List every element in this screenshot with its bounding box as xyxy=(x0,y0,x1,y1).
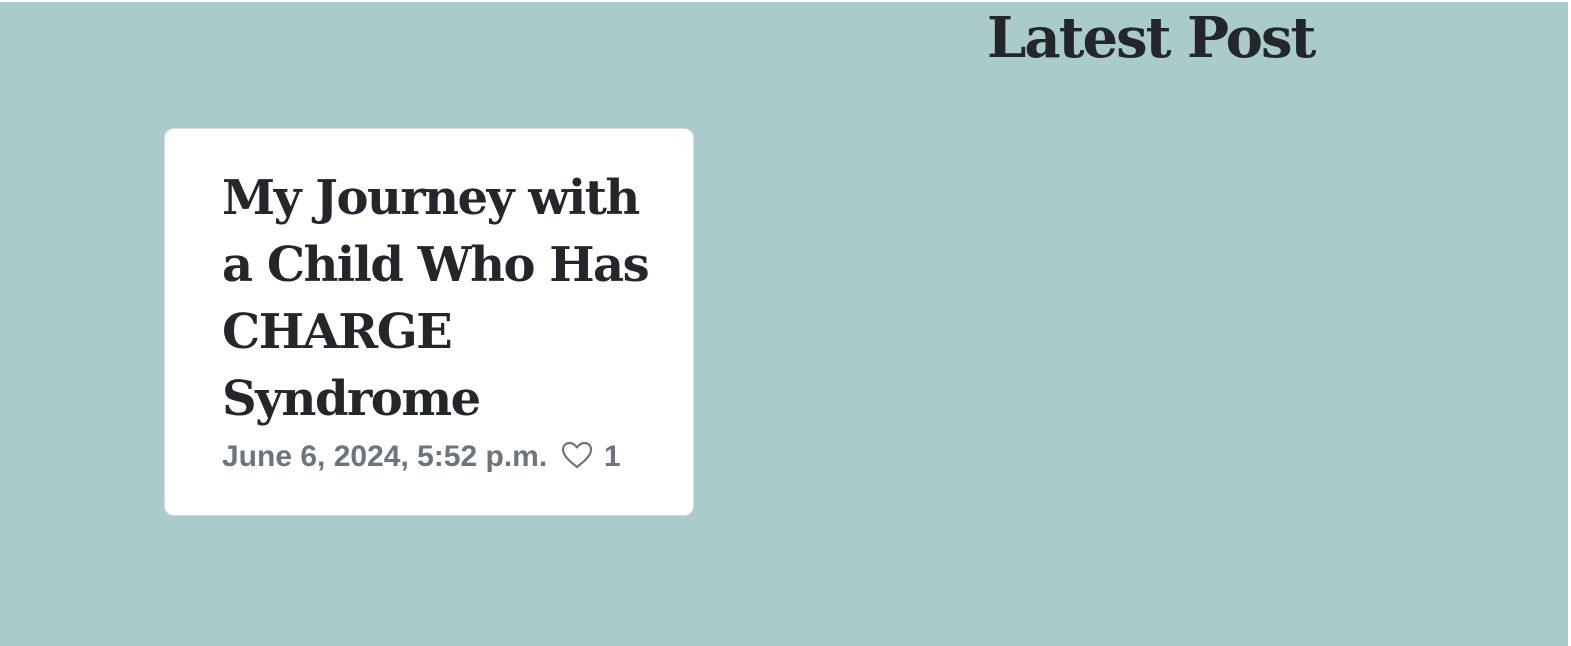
post-title[interactable]: My Journey with a Child Who Has CHARGE S… xyxy=(222,165,663,433)
like-count: 1 xyxy=(603,440,621,473)
page-background: Latest Post My Journey with a Child Who … xyxy=(0,2,1568,646)
heart-icon[interactable] xyxy=(560,440,594,470)
post-card[interactable]: My Journey with a Child Who Has CHARGE S… xyxy=(164,128,694,516)
post-date: June 6, 2024, 5:52 p.m. xyxy=(222,440,548,473)
post-meta: June 6, 2024, 5:52 p.m. 1 xyxy=(222,437,663,477)
latest-post-heading: Latest Post xyxy=(987,5,1316,71)
